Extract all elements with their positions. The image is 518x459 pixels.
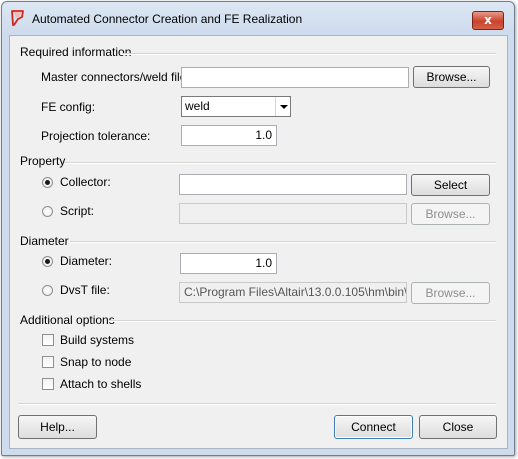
dvst-label[interactable]: DvsT file: [60, 283, 110, 297]
close-icon: x [484, 13, 492, 27]
section-divider [122, 53, 496, 55]
snap-to-node-label[interactable]: Snap to node [60, 355, 131, 369]
master-file-browse-button[interactable]: Browse... [413, 66, 490, 88]
collector-input[interactable] [179, 174, 407, 195]
app-icon [10, 10, 26, 26]
projection-tolerance-label: Projection tolerance: [41, 129, 151, 143]
build-systems-label[interactable]: Build systems [60, 333, 134, 347]
dialog-window: Automated Connector Creation and FE Real… [1, 1, 515, 456]
section-required-information: Required information [20, 45, 132, 59]
fe-config-select[interactable]: weld [181, 96, 291, 117]
script-browse-button[interactable]: Browse... [411, 203, 490, 225]
script-input[interactable] [179, 203, 407, 224]
dialog-client-area: Required information Master connectors/w… [9, 35, 508, 449]
script-radio[interactable] [42, 206, 53, 217]
attach-to-shells-label[interactable]: Attach to shells [60, 377, 141, 391]
section-divider [70, 241, 496, 243]
dvst-radio[interactable] [42, 285, 53, 296]
fe-config-value: weld [185, 99, 210, 113]
projection-tolerance-input[interactable]: 1.0 [181, 125, 277, 146]
diameter-radio[interactable] [42, 256, 53, 267]
collector-radio[interactable] [42, 177, 53, 188]
diameter-input[interactable]: 1.0 [180, 253, 277, 274]
help-button[interactable]: Help... [18, 415, 97, 439]
build-systems-checkbox[interactable] [42, 334, 54, 346]
window-close-button[interactable]: x [472, 11, 504, 30]
master-file-input[interactable] [181, 67, 409, 88]
fe-config-label: FE config: [41, 100, 96, 114]
section-divider [110, 320, 496, 322]
close-button[interactable]: Close [419, 415, 497, 439]
title-bar[interactable]: Automated Connector Creation and FE Real… [2, 2, 514, 36]
script-label[interactable]: Script: [60, 204, 94, 218]
attach-to-shells-checkbox[interactable] [42, 378, 54, 390]
master-file-label: Master connectors/weld file: [41, 70, 190, 84]
chevron-down-icon[interactable] [275, 97, 290, 116]
connect-button[interactable]: Connect [334, 415, 413, 439]
section-additional-options: Additional options [20, 313, 115, 327]
footer-divider [18, 403, 496, 405]
diameter-label[interactable]: Diameter: [60, 254, 112, 268]
collector-select-button[interactable]: Select [411, 174, 490, 196]
snap-to-node-checkbox[interactable] [42, 356, 54, 368]
collector-label[interactable]: Collector: [60, 175, 111, 189]
window-title: Automated Connector Creation and FE Real… [32, 12, 303, 26]
section-property: Property [20, 154, 66, 168]
dvst-file-input[interactable]: C:\Program Files\Altair\13.0.0.105\hm\bi… [179, 282, 407, 303]
section-diameter: Diameter [20, 234, 69, 248]
dvst-browse-button[interactable]: Browse... [411, 282, 490, 304]
section-divider [64, 162, 496, 164]
